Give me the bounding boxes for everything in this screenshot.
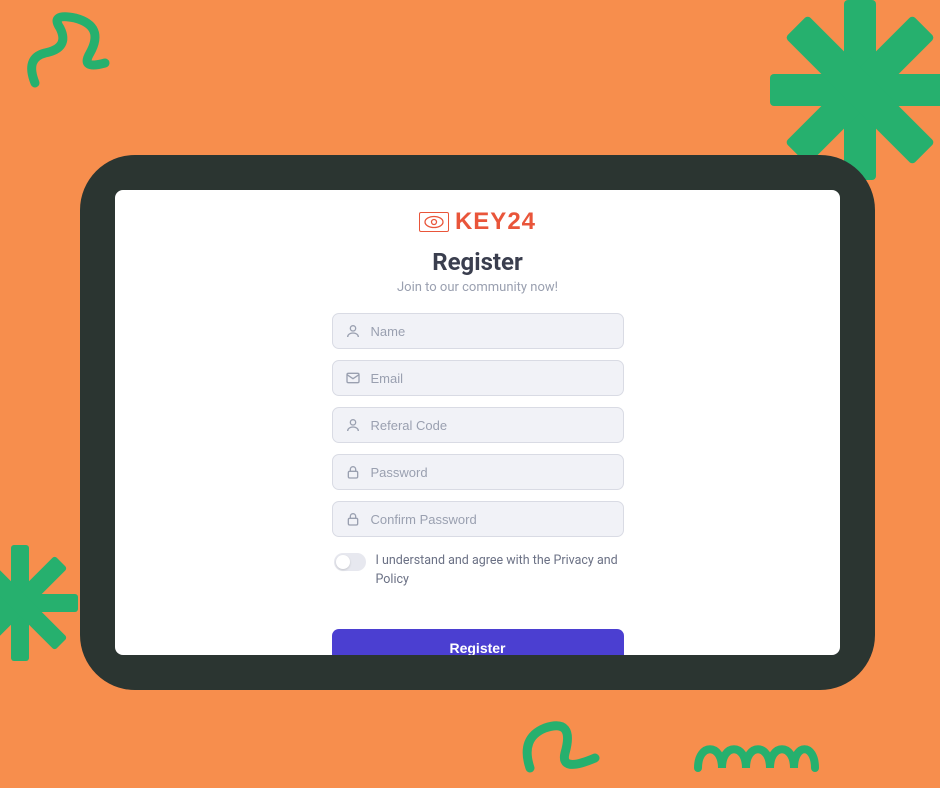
confirm-password-field-wrap[interactable]	[332, 501, 624, 537]
name-input[interactable]	[371, 324, 611, 339]
name-field-wrap[interactable]	[332, 313, 624, 349]
decoration-coil	[690, 713, 820, 783]
referral-field-wrap[interactable]	[332, 407, 624, 443]
tablet-frame: KEY24 Register Join to our community now…	[80, 155, 875, 690]
agree-toggle[interactable]	[334, 553, 366, 571]
page-title: Register	[432, 248, 523, 276]
mail-icon	[345, 370, 361, 386]
email-input[interactable]	[371, 371, 611, 386]
agree-row: I understand and agree with the Privacy …	[332, 552, 624, 590]
confirm-password-input[interactable]	[371, 512, 611, 527]
logo: KEY24	[419, 208, 536, 236]
logo-eye-icon	[419, 212, 449, 232]
user-icon	[345, 417, 361, 433]
email-field-wrap[interactable]	[332, 360, 624, 396]
page-subtitle: Join to our community now!	[397, 280, 558, 295]
lock-icon	[345, 511, 361, 527]
password-input[interactable]	[371, 465, 611, 480]
register-button[interactable]: Register	[332, 629, 624, 656]
referral-input[interactable]	[371, 418, 611, 433]
decoration-curve	[510, 698, 620, 778]
lock-icon	[345, 464, 361, 480]
password-field-wrap[interactable]	[332, 454, 624, 490]
user-icon	[345, 323, 361, 339]
agree-label: I understand and agree with the Privacy …	[376, 552, 624, 590]
decoration-squiggle	[20, 8, 130, 98]
register-form: I understand and agree with the Privacy …	[332, 313, 624, 655]
logo-text: KEY24	[455, 208, 536, 236]
screen-content: KEY24 Register Join to our community now…	[115, 190, 840, 655]
decoration-asterisk-small	[0, 538, 85, 668]
